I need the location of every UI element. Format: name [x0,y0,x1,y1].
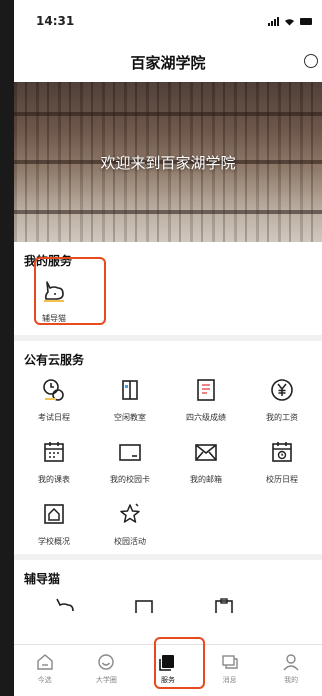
timetable-icon [42,440,66,464]
school-calendar-icon [270,440,294,464]
service-label: 学校概况 [38,537,70,546]
tutor-cat-section-title: 辅导猫 [24,572,61,586]
status-icons [268,16,312,26]
service-label: 我的邮箱 [190,475,222,484]
service-campus-activity[interactable]: 校园活动 [92,492,168,554]
banner-image[interactable]: 欢迎来到百家湖学院 [14,82,322,242]
tab-home[interactable]: 今选 [14,645,76,696]
classroom-icon [118,378,142,402]
home-icon [37,654,53,670]
banner-text: 欢迎来到百家湖学院 [100,154,236,172]
clipboard-icon [215,598,233,613]
tab-label: 今选 [37,676,52,684]
document-icon [135,600,153,613]
service-label: 我的工资 [266,413,298,422]
wifi-icon [285,18,294,25]
service-mailbox[interactable]: 我的邮箱 [168,430,244,492]
tab-label: 我的 [284,676,299,684]
salary-icon [270,378,294,402]
service-label: 考试日程 [38,413,70,422]
search-icon[interactable] [304,54,318,68]
cat-icon [56,598,74,612]
public-services-grid: 考试日程 空闲教室 四六级成绩 我的工资 我的课表 我的校园卡 我的邮箱 校历日… [14,368,322,554]
campus-card-icon [118,440,142,464]
campus-activity-icon [118,502,142,526]
service-exam-schedule[interactable]: 考试日程 [16,368,92,430]
message-icon [221,655,238,669]
divider [14,335,322,341]
service-label: 校园活动 [114,537,146,546]
service-salary[interactable]: 我的工资 [244,368,320,430]
tab-messages[interactable]: 消息 [199,645,261,696]
phone-screen: 14:31 百家湖学院 欢迎来到百家湖学院 我的服务 辅导猫 公有云服务 考试日… [14,0,322,696]
exam-schedule-icon [42,378,66,402]
tab-label: 消息 [222,676,237,684]
signal-icon [268,16,279,26]
service-timetable[interactable]: 我的课表 [16,430,92,492]
status-time: 14:31 [36,14,75,28]
tab-profile[interactable]: 我的 [260,645,322,696]
divider [14,554,322,560]
mail-icon [194,440,218,464]
service-label: 我的课表 [38,475,70,484]
service-label: 我的校园卡 [110,475,150,484]
school-overview-icon [42,502,66,526]
tab-label: 大学圈 [95,676,117,684]
service-school-calendar[interactable]: 校历日程 [244,430,320,492]
service-school-overview[interactable]: 学校概况 [16,492,92,554]
app-header: 百家湖学院 [14,42,322,82]
public-services-title: 公有云服务 [24,353,85,367]
service-label: 四六级成绩 [186,413,226,422]
service-label: 空闲教室 [114,413,146,422]
service-campus-card[interactable]: 我的校园卡 [92,430,168,492]
service-label: 校历日程 [266,475,298,484]
circle-icon [98,654,115,670]
service-free-classroom[interactable]: 空闲教室 [92,368,168,430]
tutor-cat-section-peek [14,587,322,613]
highlight-box-my-service [34,257,106,325]
service-cet-score[interactable]: 四六级成绩 [168,368,244,430]
profile-icon [283,654,299,671]
tab-university-circle[interactable]: 大学圈 [76,645,138,696]
cet-score-icon [194,378,218,402]
page-title: 百家湖学院 [130,53,206,72]
battery-icon [300,17,312,25]
status-bar: 14:31 [14,0,322,42]
highlight-box-service-tab [154,637,205,689]
